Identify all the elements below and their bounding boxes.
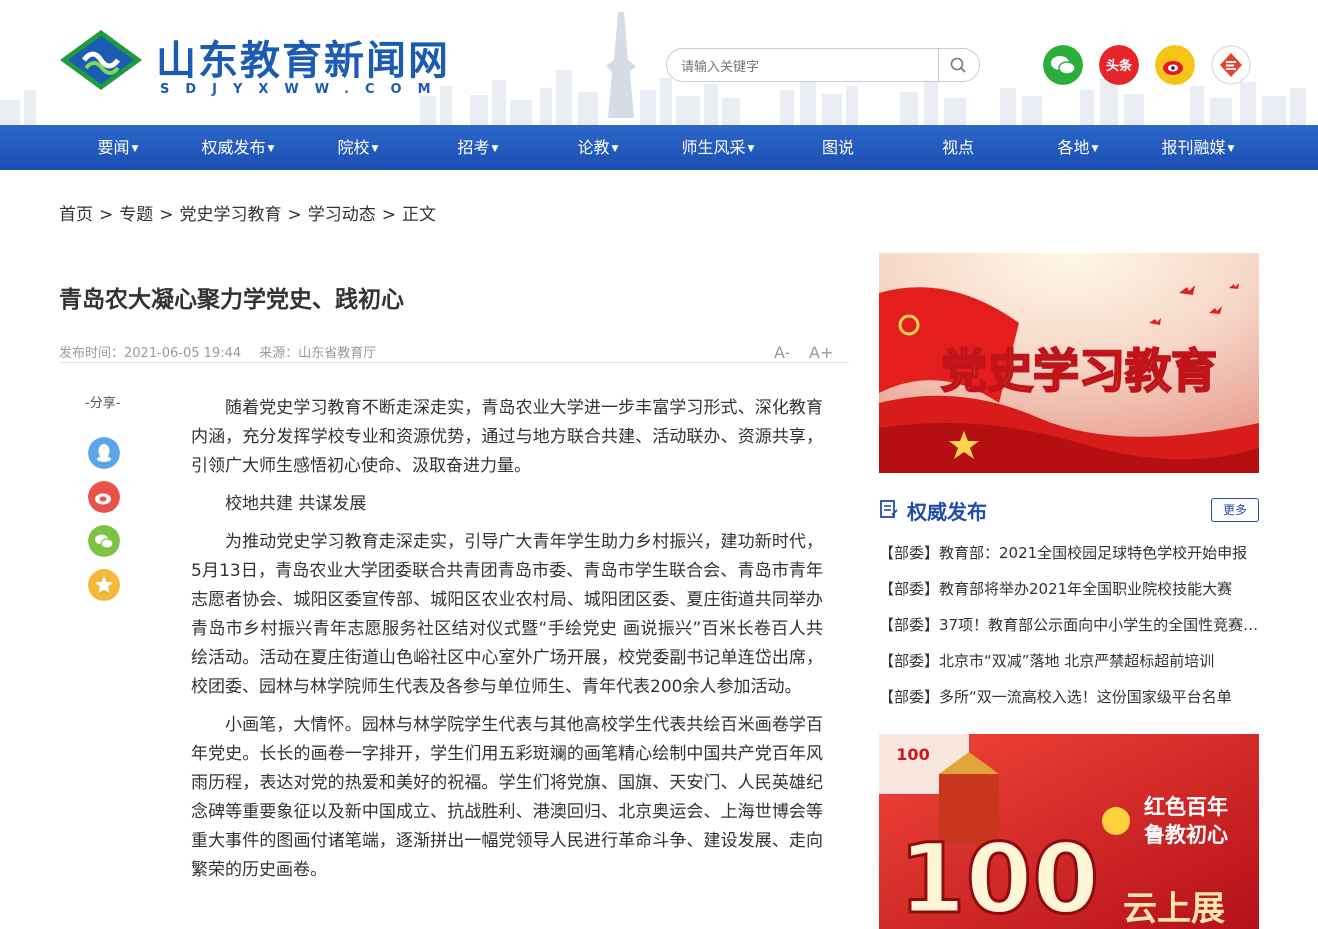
nav-item-label: 招考 [457, 138, 490, 157]
article-body: 随着党史学习教育不断走深走实，青岛农业大学进一步丰富学习形式、深化教育内涵，充分… [191, 394, 823, 894]
nav-item-label: 院校 [337, 138, 370, 157]
nav-item[interactable]: 报刊融媒 ▼ [1162, 125, 1235, 170]
nav-item-label: 视点 [941, 138, 975, 157]
authority-section-title: 权威发布 [907, 500, 987, 524]
qq-share-icon[interactable] [88, 437, 120, 469]
document-icon [880, 500, 898, 518]
article-paragraph: 校地共建 共谋发展 [225, 494, 367, 514]
nav-item-label: 论教 [577, 138, 610, 157]
svg-text:100: 100 [896, 745, 929, 764]
article-title: 青岛农大凝心聚力学党史、践初心 [59, 287, 404, 313]
breadcrumb-separator: > [159, 205, 174, 225]
news-item-link[interactable]: 【部委】多所“双一流高校入选！这份国家级平台名单 [879, 684, 1259, 720]
banner2-big-number: 100 [899, 823, 1099, 929]
news-item-link[interactable]: 【部委】教育部将举办2021年全国职业院校技能大赛 [879, 576, 1259, 612]
wechat-share-icon[interactable] [88, 525, 120, 557]
nav-item-label: 报刊融媒 [1161, 138, 1226, 157]
caret-down-icon: ▼ [747, 144, 755, 154]
nav-item[interactable]: 权威发布 ▼ [202, 125, 275, 170]
favorite-share-icon[interactable] [88, 569, 120, 601]
nav-item-label: 要闻 [97, 138, 130, 157]
caret-down-icon: ▼ [1091, 144, 1099, 154]
breadcrumb-separator: > [381, 205, 396, 225]
nav-item[interactable]: 院校 ▼ [338, 125, 379, 170]
article-meta: 发布时间：2021-06-05 19:44 来源：山东省教育厅 [59, 342, 376, 361]
font-decrease-button[interactable]: A- [774, 343, 790, 362]
search-button[interactable] [938, 49, 979, 81]
search-box [666, 48, 980, 82]
authority-news-list: 【部委】教育部：2021全国校园足球特色学校开始申报 【部委】教育部将举办2021… [879, 540, 1259, 720]
caret-down-icon: ▼ [131, 144, 139, 154]
weibo-share-icon[interactable] [88, 481, 120, 513]
breadcrumb-item: 正文 [402, 205, 436, 225]
article-paragraph: 为推动党史学习教育走深走实，引导广大青年学生助力乡村振兴，建功新时代，5月13日… [191, 532, 823, 697]
nav-item-label: 图说 [821, 138, 855, 157]
nav-item[interactable]: 图说 [822, 125, 854, 170]
news-item-link[interactable]: 【部委】37项！教育部公示面向中小学生的全国性竞赛活动 [879, 612, 1259, 648]
breadcrumb-item[interactable]: 学习动态 [308, 205, 376, 225]
party-history-banner-art: 党史学习教育 [879, 253, 1259, 473]
toutiao-icon[interactable]: 头条 [1099, 45, 1139, 85]
banner1-title: 党史学习教育 [941, 344, 1217, 398]
nav-item[interactable]: 要闻 ▼ [98, 125, 139, 170]
authority-section-header: 权威发布 更多 [879, 496, 1259, 526]
banner2-line3: 云上展 [1123, 889, 1225, 929]
publish-time: 发布时间：2021-06-05 19:44 [59, 346, 242, 361]
article-source: 来源：山东省教育厅 [259, 346, 377, 361]
site-domain-text: SDJYXWW.COM [160, 82, 447, 97]
article-paragraph: 小画笔，大情怀。园林与林学院学生代表与其他高校学生代表共绘百米画卷学百年党史。长… [191, 715, 823, 880]
centenary-exhibition-banner[interactable]: 100 100 红色百年 鲁教初心 云上展 [879, 734, 1259, 929]
wechat-icon[interactable] [1043, 45, 1083, 85]
main-nav: 要闻 ▼ 权威发布 ▼ 院校 ▼ 招考 ▼ 论教 ▼ 师生风采 ▼ 图说 视点 各地 ▼ 报刊融媒 ▼ [0, 125, 1318, 170]
nav-item-label: 权威发布 [201, 138, 266, 157]
site-logo-text[interactable]: 山东教育新闻网 [156, 28, 450, 86]
breadcrumb-separator: > [287, 205, 302, 225]
breadcrumb-item[interactable]: 党史学习教育 [180, 205, 282, 225]
caret-down-icon: ▼ [1227, 144, 1235, 154]
nav-item[interactable]: 师生风采 ▼ [682, 125, 755, 170]
article-paragraph: 随着党史学习教育不断走深走实，青岛农业大学进一步丰富学习形式、深化教育内涵，充分… [191, 398, 823, 476]
centenary-banner-art: 100 100 红色百年 鲁教初心 云上展 [879, 734, 1259, 929]
breadcrumb: 首页 > 专题 > 党史学习教育 > 学习动态 > 正文 [59, 200, 436, 225]
site-header: 山东教育新闻网 SDJYXWW.COM 头条 [0, 0, 1318, 125]
breadcrumb-item[interactable]: 首页 [59, 205, 93, 225]
eshare-icon[interactable] [1211, 45, 1251, 85]
nav-item[interactable]: 论教 ▼ [578, 125, 619, 170]
nav-item-label: 师生风采 [681, 138, 746, 157]
banner2-line1: 红色百年 [1144, 795, 1228, 819]
news-item-link[interactable]: 【部委】北京市“双减”落地 北京严禁超标超前培训 [879, 648, 1259, 684]
more-button[interactable]: 更多 [1211, 498, 1259, 522]
party-history-banner[interactable]: 党史学习教育 [879, 253, 1259, 473]
caret-down-icon: ▼ [371, 144, 379, 154]
site-logo-icon[interactable] [60, 30, 142, 90]
meta-divider [59, 362, 849, 363]
banner2-line2: 鲁教初心 [1144, 823, 1228, 847]
caret-down-icon: ▼ [611, 144, 619, 154]
nav-item[interactable]: 各地 ▼ [1058, 125, 1099, 170]
weibo-icon[interactable] [1155, 45, 1195, 85]
caret-down-icon: ▼ [491, 144, 499, 154]
news-item-link[interactable]: 【部委】教育部：2021全国校园足球特色学校开始申报 [879, 540, 1259, 576]
nav-item-label: 各地 [1057, 138, 1090, 157]
toutiao-label: 头条 [1106, 58, 1133, 74]
search-icon [950, 57, 966, 73]
caret-down-icon: ▼ [267, 144, 275, 154]
breadcrumb-item[interactable]: 专题 [119, 205, 153, 225]
share-label: -分享- [85, 396, 121, 411]
nav-item[interactable]: 视点 [942, 125, 974, 170]
breadcrumb-separator: > [99, 205, 114, 225]
nav-item[interactable]: 招考 ▼ [458, 125, 499, 170]
font-increase-button[interactable]: A+ [809, 343, 833, 362]
search-input[interactable] [679, 55, 933, 77]
